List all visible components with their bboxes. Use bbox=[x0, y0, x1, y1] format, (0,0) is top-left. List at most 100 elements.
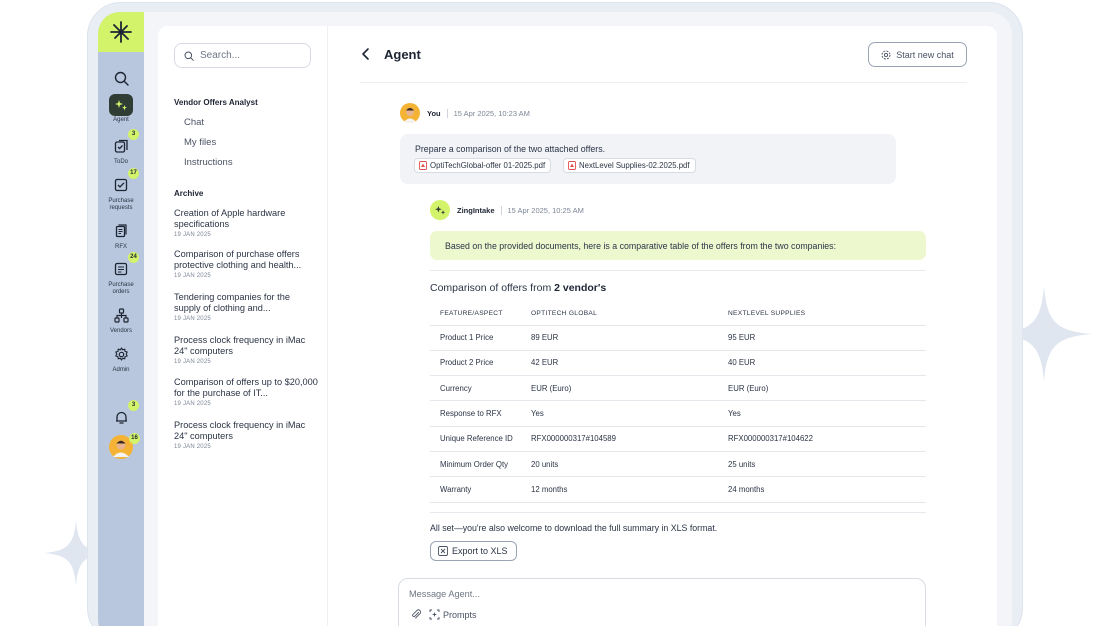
rail-item-purchase-orders[interactable]: 24 Purchase orders bbox=[98, 252, 144, 296]
attachment-chip[interactable]: NextLevel Supplies-02.2025.pdf bbox=[563, 158, 696, 173]
user-message-header: You 15 Apr 2025, 10:23 AM bbox=[400, 103, 530, 123]
table-cell: 25 units bbox=[728, 451, 926, 478]
document-icon bbox=[115, 224, 127, 238]
rail-notifications[interactable]: 3 bbox=[98, 400, 144, 429]
archive-item[interactable]: Comparison of purchase offers protective… bbox=[174, 249, 319, 279]
orders-icon bbox=[114, 262, 128, 276]
attachment-name: NextLevel Supplies-02.2025.pdf bbox=[579, 161, 690, 170]
table-cell: Product 1 Price bbox=[430, 325, 531, 351]
user-timestamp: 15 Apr 2025, 10:23 AM bbox=[453, 108, 530, 118]
user-name: You bbox=[427, 108, 441, 118]
table-header: FEATURE/ASPECT bbox=[430, 303, 531, 326]
chat-main: Agent Start new chat You 15 Apr 2025, 10… bbox=[327, 26, 997, 626]
rail-item-todo[interactable]: 3 ToDo bbox=[98, 129, 144, 166]
rail-label-purchase-requests: Purchase requests bbox=[108, 198, 134, 211]
app-screen: Agent 3 ToDo 17 Purchase requests RFX 24… bbox=[98, 12, 1012, 626]
table-cell: 95 EUR bbox=[728, 325, 926, 351]
sparkles-icon bbox=[114, 99, 127, 110]
divider bbox=[430, 270, 926, 271]
table-cell: Currency bbox=[430, 375, 531, 402]
checkbox-icon bbox=[114, 178, 128, 192]
table-row: Warranty 12 months 24 months bbox=[430, 476, 926, 503]
bot-avatar bbox=[430, 200, 450, 220]
sparkles-icon bbox=[434, 205, 445, 215]
table-row: Unique Reference ID RFX000000317#104589 … bbox=[430, 426, 926, 452]
bot-intro-bubble: Based on the provided documents, here is… bbox=[430, 231, 926, 260]
purchase-orders-badge: 24 bbox=[128, 252, 139, 263]
archive-item-title: Process clock frequency in iMac 24" comp… bbox=[174, 335, 306, 356]
rail-user-avatar[interactable]: 16 bbox=[98, 433, 144, 459]
search-box[interactable]: Search... bbox=[174, 43, 311, 68]
todo-badge: 3 bbox=[128, 129, 139, 140]
archive-item[interactable]: Creation of Apple hardware specification… bbox=[174, 208, 319, 238]
rail-label-todo: ToDo bbox=[113, 159, 128, 165]
archive-item[interactable]: Process clock frequency in iMac 24" comp… bbox=[174, 420, 319, 450]
archive-item[interactable]: Tendering companies for the supply of cl… bbox=[174, 292, 319, 322]
table-row: Currency EUR (Euro) EUR (Euro) bbox=[430, 375, 926, 402]
chat-sidebar: Search... Vendor Offers Analyst Chat My … bbox=[158, 26, 327, 626]
sidebar-link-my-files[interactable]: My files bbox=[184, 137, 216, 148]
comparison-title-prefix: Comparison of offers from bbox=[430, 282, 552, 294]
excel-file-icon bbox=[438, 546, 448, 556]
bot-timestamp: 15 Apr 2025, 10:25 AM bbox=[507, 205, 584, 215]
archive-item-title: Comparison of offers up to $20,000 for t… bbox=[174, 377, 318, 398]
table-cell: 40 EUR bbox=[728, 350, 926, 377]
archive-item-date: 19 JAN 2025 bbox=[174, 273, 211, 279]
paperclip-icon[interactable] bbox=[411, 609, 421, 620]
rail-label-purchase-orders: Purchase orders bbox=[108, 282, 134, 295]
table-cell: Unique Reference ID bbox=[430, 426, 531, 452]
page-title: Agent bbox=[384, 47, 421, 62]
start-new-chat-button[interactable]: Start new chat bbox=[868, 42, 967, 67]
rail-item-admin[interactable]: Admin bbox=[98, 342, 144, 374]
rail-label-vendors: Vendors bbox=[109, 328, 133, 334]
table-cell: 24 months bbox=[728, 476, 926, 503]
attachment-chip[interactable]: OptiTechGlobal-offer 01-2025.pdf bbox=[414, 158, 552, 173]
comparison-title: Comparison of offers from 2 vendor's bbox=[430, 282, 606, 294]
table-cell: EUR (Euro) bbox=[728, 375, 926, 402]
comparison-table: FEATURE/ASPECT OPTITECH GLOBAL NEXTLEVEL… bbox=[430, 303, 926, 503]
message-composer: Prompts bbox=[398, 578, 926, 626]
export-xls-label: Export to XLS bbox=[452, 546, 508, 556]
archive-item-date: 19 JAN 2025 bbox=[174, 232, 211, 238]
rail-item-vendors[interactable]: Vendors bbox=[98, 303, 144, 335]
export-xls-button[interactable]: Export to XLS bbox=[430, 541, 517, 561]
rail-search[interactable] bbox=[98, 66, 144, 90]
sidebar-section-title: Vendor Offers Analyst bbox=[174, 98, 258, 107]
archive-item-date: 19 JAN 2025 bbox=[174, 316, 211, 322]
gear-icon bbox=[881, 50, 891, 59]
rail-item-rfx[interactable]: RFX bbox=[98, 219, 144, 251]
table-row: Minimum Order Qty 20 units 25 units bbox=[430, 451, 926, 478]
archive-item-title: Tendering companies for the supply of cl… bbox=[174, 292, 290, 313]
search-icon bbox=[114, 71, 129, 86]
search-icon bbox=[184, 51, 194, 61]
purchase-requests-badge: 17 bbox=[128, 168, 139, 179]
rail-item-agent[interactable]: Agent bbox=[98, 94, 144, 124]
archive-item[interactable]: Comparison of offers up to $20,000 for t… bbox=[174, 377, 319, 407]
archive-item[interactable]: Process clock frequency in iMac 24" comp… bbox=[174, 335, 319, 365]
comparison-title-bold: 2 vendor's bbox=[554, 282, 607, 294]
rail-item-purchase-requests[interactable]: 17 Purchase requests bbox=[98, 168, 144, 212]
chevron-left-icon[interactable] bbox=[360, 47, 372, 61]
notifications-badge: 3 bbox=[128, 400, 139, 411]
table-row: Response to RFX Yes Yes bbox=[430, 400, 926, 427]
start-new-chat-label: Start new chat bbox=[896, 49, 954, 60]
logo-icon bbox=[110, 21, 132, 43]
table-cell: Yes bbox=[728, 400, 926, 427]
table-cell: 89 EUR bbox=[531, 325, 728, 351]
table-row: Product 1 Price 89 EUR 95 EUR bbox=[430, 325, 926, 351]
avatar-badge: 16 bbox=[129, 433, 140, 444]
sidebar-link-instructions[interactable]: Instructions bbox=[184, 157, 233, 168]
table-cell: EUR (Euro) bbox=[531, 375, 728, 402]
composer-tools: Prompts bbox=[411, 609, 477, 620]
prompts-button[interactable]: Prompts bbox=[429, 609, 477, 620]
app-logo[interactable] bbox=[98, 12, 144, 52]
table-header: OPTITECH GLOBAL bbox=[531, 303, 728, 326]
nav-rail: Agent 3 ToDo 17 Purchase requests RFX 24… bbox=[98, 12, 144, 626]
bot-name: ZingIntake bbox=[457, 205, 495, 215]
sidebar-link-chat[interactable]: Chat bbox=[184, 117, 204, 128]
user-message-bubble: Prepare a comparison of the two attached… bbox=[400, 134, 896, 184]
message-input[interactable] bbox=[409, 589, 809, 599]
table-header: NEXTLEVEL SUPPLIES bbox=[728, 303, 926, 326]
archive-item-date: 19 JAN 2025 bbox=[174, 359, 211, 365]
prompts-label: Prompts bbox=[443, 609, 477, 620]
